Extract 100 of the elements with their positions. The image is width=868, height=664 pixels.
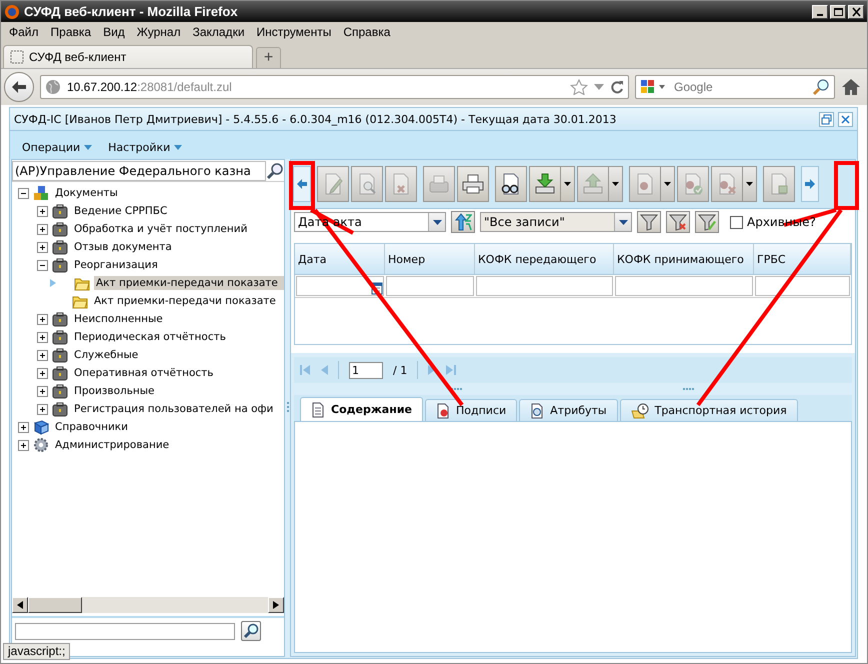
plus-icon[interactable] <box>37 350 48 360</box>
filter-input[interactable] <box>755 276 850 296</box>
search-icon[interactable] <box>266 162 284 180</box>
sort-button[interactable] <box>451 211 475 233</box>
menu-item[interactable]: Правка <box>44 25 98 39</box>
tree-item[interactable]: Периодическая отчётность <box>72 330 284 344</box>
caret-icon <box>174 144 182 150</box>
menu-item[interactable]: Вид <box>97 25 131 39</box>
briefcase-icon <box>52 401 68 417</box>
browser-logo-icon <box>4 4 20 20</box>
briefcase-icon <box>52 311 68 327</box>
book-icon <box>33 419 49 435</box>
menu-item[interactable]: Инструменты <box>250 25 338 39</box>
briefcase-icon <box>52 203 68 219</box>
search-engine-icon[interactable] <box>640 79 668 95</box>
tree-item[interactable]: Регистрация пользователей на офи <box>72 402 284 416</box>
home-icon[interactable] <box>841 78 861 96</box>
menu-item[interactable]: Журнал <box>130 25 187 39</box>
scroll-left-button[interactable] <box>293 166 311 202</box>
download-icon <box>533 172 557 196</box>
reload-icon[interactable] <box>610 80 624 94</box>
plus-icon[interactable] <box>37 368 48 378</box>
tree-item[interactable]: Обработка и учёт поступлений <box>72 222 284 236</box>
tree-item[interactable]: Служебные <box>72 348 284 362</box>
briefcase-icon <box>52 329 68 345</box>
minimize-button[interactable] <box>812 4 828 18</box>
detail-tab[interactable]: Подписи <box>425 399 518 421</box>
tree-item[interactable]: Оперативная отчётность <box>72 366 284 380</box>
tree-item[interactable]: Акт приемки-передачи показате <box>92 294 284 308</box>
menu-item[interactable]: Справка <box>337 25 396 39</box>
tree-item[interactable]: Документы <box>53 186 284 200</box>
maximize-icon[interactable] <box>832 6 844 16</box>
edit-filter-button[interactable] <box>695 211 719 233</box>
printer-icon <box>461 172 485 196</box>
upload-icon <box>581 172 605 196</box>
tree-item[interactable]: Справочники <box>53 420 284 434</box>
detail-tab[interactable]: Содержание <box>300 397 423 421</box>
filter-input[interactable] <box>386 276 474 296</box>
column-header[interactable]: КОФК передающего <box>475 244 614 274</box>
plus-icon[interactable] <box>37 404 48 414</box>
tree-item[interactable]: Ведение СРРПБС <box>72 204 284 218</box>
maximize-button[interactable] <box>830 4 846 18</box>
clear-filter-button[interactable] <box>666 211 690 233</box>
plus-icon[interactable] <box>18 422 29 432</box>
tree-item[interactable]: Акт приемки-передачи показате <box>94 276 284 290</box>
plus-icon[interactable] <box>37 206 48 216</box>
search-field[interactable]: Google <box>635 75 835 99</box>
filter-input[interactable] <box>296 276 384 296</box>
toolbar-button[interactable] <box>529 166 575 202</box>
right-arrow-icon[interactable] <box>273 601 279 609</box>
search-input[interactable] <box>15 622 235 640</box>
horizontal-scrollbar[interactable] <box>12 597 284 613</box>
bookmark-star-icon[interactable] <box>570 79 588 95</box>
plus-icon[interactable] <box>18 440 29 450</box>
organization-field[interactable]: (АР)Управление Федерального казна <box>12 161 266 181</box>
column-header[interactable]: ГРБС <box>754 244 851 274</box>
toolbar-button[interactable] <box>495 166 527 202</box>
plus-icon[interactable] <box>37 314 48 324</box>
browser-tab[interactable]: СУФД веб-клиент <box>3 45 253 68</box>
address-field[interactable]: 10.67.200.12:28081/default.zul <box>40 75 629 99</box>
minus-icon[interactable] <box>18 188 29 198</box>
detail-tab[interactable]: Атрибуты <box>519 399 618 421</box>
caret-icon <box>84 144 92 150</box>
archive-checkbox[interactable] <box>730 216 743 228</box>
filter-input[interactable] <box>476 276 613 296</box>
dropdown-arrow-icon[interactable] <box>594 83 604 91</box>
page-input[interactable]: 1 <box>349 362 383 378</box>
column-header[interactable]: КОФК принимающего <box>614 244 754 274</box>
menu-button[interactable]: Настройки <box>106 138 184 156</box>
briefcase-icon <box>52 347 68 363</box>
back-button[interactable] <box>4 72 34 102</box>
detail-tab[interactable]: Транспортная история <box>620 399 798 421</box>
plus-icon[interactable] <box>37 332 48 342</box>
scroll-right-button[interactable] <box>801 166 819 202</box>
records-dropdown[interactable]: "Все записи" <box>480 212 632 232</box>
menu-item[interactable]: Файл <box>3 25 45 39</box>
menu-item[interactable]: Закладки <box>186 25 251 39</box>
tree-item[interactable]: Администрирование <box>53 438 284 452</box>
tree-item[interactable]: Реорганизация <box>72 258 284 272</box>
left-arrow-icon[interactable] <box>17 601 23 609</box>
search-icon[interactable] <box>812 78 830 96</box>
plus-icon[interactable] <box>37 242 48 252</box>
filter-input[interactable] <box>615 276 753 296</box>
close-icon[interactable] <box>850 6 862 16</box>
filter-button[interactable] <box>637 211 661 233</box>
menu-button[interactable]: Операции <box>20 138 94 156</box>
back-arrow-icon[interactable] <box>11 80 27 94</box>
plus-icon[interactable] <box>37 386 48 396</box>
tree-item[interactable]: Произвольные <box>72 384 284 398</box>
minus-icon[interactable] <box>37 260 48 270</box>
next-page-button[interactable] <box>428 365 436 375</box>
column-header[interactable]: Дата <box>295 244 385 274</box>
tree-item[interactable]: Отзыв документа <box>72 240 284 254</box>
new-tab-button[interactable]: + <box>256 47 281 68</box>
toolbar-button[interactable] <box>457 166 489 202</box>
dropdown-arrow-icon <box>432 220 442 224</box>
tree-item[interactable]: Неисполненные <box>72 312 284 326</box>
column-header[interactable]: Номер <box>385 244 475 274</box>
plus-icon[interactable] <box>37 224 48 234</box>
dropdown-arrow-icon <box>618 220 628 224</box>
